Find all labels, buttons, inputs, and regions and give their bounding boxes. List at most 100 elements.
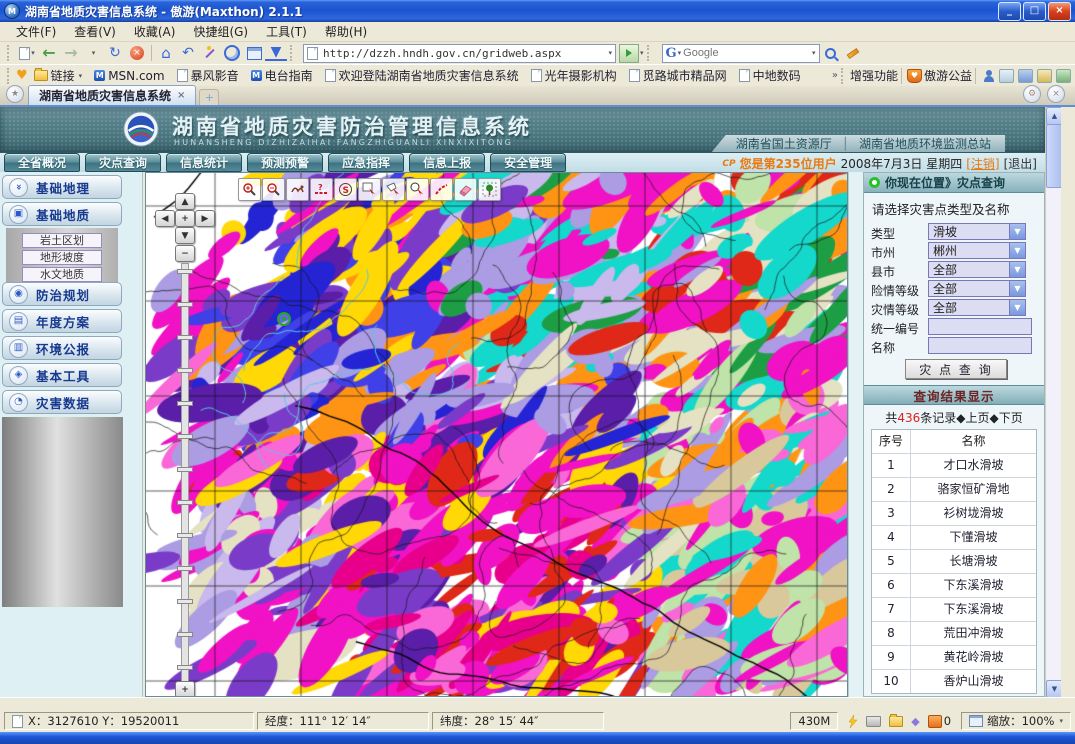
result-row[interactable]: 9黄花岭滑坡: [872, 646, 1036, 670]
plugins-tool-icon[interactable]: [1037, 69, 1052, 83]
city-select[interactable]: 郴州▼: [928, 242, 1026, 259]
disaster-level-select[interactable]: 全部▼: [928, 299, 1026, 316]
zoom-slider-minus-button[interactable]: −: [175, 245, 195, 262]
download-icon[interactable]: ▼: [265, 45, 287, 61]
select-circle-tool-icon[interactable]: [406, 178, 429, 201]
zoom-slider-tick[interactable]: [177, 302, 193, 307]
result-row[interactable]: 6下东溪滑坡: [872, 574, 1036, 598]
url-input[interactable]: [321, 46, 607, 61]
zoom-slider-tick[interactable]: [177, 434, 193, 439]
user-account-icon[interactable]: [983, 70, 995, 82]
printer-icon[interactable]: [866, 716, 881, 727]
refresh-icon[interactable]: ↻: [104, 43, 126, 63]
links-overflow-chevron[interactable]: »: [832, 70, 838, 81]
pan-right-button[interactable]: ▶: [195, 210, 215, 227]
link-item[interactable]: 欢迎登陆湖南省地质灾害信息系统: [319, 67, 525, 84]
tab-close-icon[interactable]: ×: [177, 90, 185, 101]
links-folder[interactable]: 链接▾: [28, 67, 89, 84]
zoom-slider-tick[interactable]: [177, 335, 193, 340]
chevron-down-icon[interactable]: ▼: [1009, 262, 1025, 277]
enhance-features-link[interactable]: 增强功能: [850, 67, 898, 84]
risk-level-select[interactable]: 全部▼: [928, 280, 1026, 297]
zoom-slider-tick[interactable]: [177, 533, 193, 538]
tab-tools-icon[interactable]: ⚙: [1023, 85, 1041, 103]
menu-help[interactable]: 帮助(H): [317, 21, 375, 42]
history-dropdown-icon[interactable]: ▾: [82, 43, 104, 63]
full-extent-tool-icon[interactable]: S: [334, 178, 357, 201]
minimize-button[interactable]: _: [998, 2, 1021, 21]
pan-left-button[interactable]: ◀: [155, 210, 175, 227]
zoom-slider-tick[interactable]: [177, 632, 193, 637]
prev-page-link[interactable]: ◆上页: [956, 411, 989, 425]
disaster-query-button[interactable]: 灾 点 查 询: [905, 359, 1007, 379]
result-row[interactable]: 1才口水滑坡: [872, 454, 1036, 478]
result-row[interactable]: 8荒田冲滑坡: [872, 622, 1036, 646]
go-dropdown-icon[interactable]: ▾: [640, 49, 644, 57]
select-polygon-tool-icon[interactable]: [382, 178, 405, 201]
search-icon[interactable]: [820, 43, 842, 63]
zoom-slider-track[interactable]: [181, 263, 189, 693]
zoom-out-tool-icon[interactable]: [262, 178, 285, 201]
stop-icon[interactable]: ×: [126, 43, 148, 63]
map-viewport[interactable]: ? S ▲ ◀ + ▶ ▼ − +: [145, 172, 848, 697]
submenu-hydrogeology[interactable]: 水文地质: [22, 267, 102, 282]
pan-down-button[interactable]: ▼: [175, 227, 195, 244]
zoom-slider-tick[interactable]: [177, 500, 193, 505]
chevron-down-icon[interactable]: ▼: [1009, 243, 1025, 258]
org-link-land-resources[interactable]: 湖南省国土资源厅: [736, 135, 832, 152]
result-row[interactable]: 4下懂滑坡: [872, 526, 1036, 550]
active-tab[interactable]: 湖南省地质灾害信息系统 ×: [28, 85, 196, 105]
zoom-control[interactable]: 缩放：100% ▾: [961, 712, 1071, 730]
selected-point-marker[interactable]: [277, 312, 291, 326]
org-link-geo-monitoring[interactable]: 湖南省地质环境监测总站: [859, 135, 991, 152]
link-item[interactable]: 中地数码: [733, 67, 807, 84]
unified-id-input[interactable]: [928, 318, 1032, 335]
magic-wand-icon[interactable]: [199, 43, 221, 63]
draw-line-tool-icon[interactable]: [430, 178, 453, 201]
pan-tool-icon[interactable]: [286, 178, 309, 201]
link-msn[interactable]: MMSN.com: [88, 69, 170, 83]
sidebar-item-basic-tools[interactable]: ◈基本工具: [2, 363, 122, 387]
result-row[interactable]: 7下东溪滑坡: [872, 598, 1036, 622]
url-dropdown-icon[interactable]: ▾: [608, 49, 612, 57]
geological-map-canvas[interactable]: [146, 173, 847, 696]
maximize-button[interactable]: □: [1023, 2, 1046, 21]
maxthon-charity-link[interactable]: 傲游公益: [924, 67, 972, 84]
menu-view[interactable]: 查看(V): [66, 21, 124, 42]
boost-lightning-icon[interactable]: [848, 715, 858, 728]
submenu-rock-soil-zoning[interactable]: 岩土区划: [22, 233, 102, 248]
forward-icon[interactable]: →: [60, 43, 82, 63]
sidebar-item-annual-scheme[interactable]: ▤年度方案: [2, 309, 122, 333]
pages-tool-icon[interactable]: [1018, 69, 1033, 83]
page-scrollbar[interactable]: ▲ ▼: [1045, 107, 1061, 697]
nav-tab-forecast-warning[interactable]: 预测预警: [247, 153, 323, 172]
menu-groups[interactable]: 快捷组(G): [185, 21, 256, 42]
close-button[interactable]: ×: [1048, 2, 1071, 21]
menu-file[interactable]: 文件(F): [8, 21, 64, 42]
zoom-slider-tick[interactable]: [177, 599, 193, 604]
chevron-down-icon[interactable]: ▼: [1009, 224, 1025, 239]
home-icon[interactable]: ⌂: [155, 43, 177, 63]
select-rectangle-tool-icon[interactable]: [358, 178, 381, 201]
sidebar-item-base-geography[interactable]: »基础地理: [2, 175, 122, 199]
zoom-slider-plus-button[interactable]: +: [175, 681, 195, 697]
collector-tool-icon[interactable]: [1056, 69, 1071, 83]
nav-tab-emergency-command[interactable]: 应急指挥: [328, 153, 404, 172]
result-row[interactable]: 2骆家恒矿滑地: [872, 478, 1036, 502]
zoom-slider-tick[interactable]: [177, 566, 193, 571]
submenu-terrain-slope[interactable]: 地形坡度: [22, 250, 102, 265]
measure-distance-tool-icon[interactable]: ?: [310, 178, 333, 201]
county-select[interactable]: 全部▼: [928, 261, 1026, 278]
menu-favorites[interactable]: 收藏(A): [126, 21, 184, 42]
link-item[interactable]: 暴风影音: [171, 67, 245, 84]
type-select[interactable]: 滑坡▼: [928, 223, 1026, 240]
undo-icon[interactable]: ↶: [177, 43, 199, 63]
result-row[interactable]: 5长塘滑坡: [872, 550, 1036, 574]
zoom-dropdown-icon[interactable]: ▾: [1059, 717, 1063, 725]
window-tool-icon[interactable]: [999, 69, 1014, 83]
pan-up-button[interactable]: ▲: [175, 193, 195, 210]
next-page-link[interactable]: ◆下页: [989, 411, 1022, 425]
folder-icon[interactable]: [889, 716, 903, 727]
sidebar-item-disaster-data[interactable]: ◔灾害数据: [2, 390, 122, 414]
chevron-down-icon[interactable]: ▼: [1009, 300, 1025, 315]
